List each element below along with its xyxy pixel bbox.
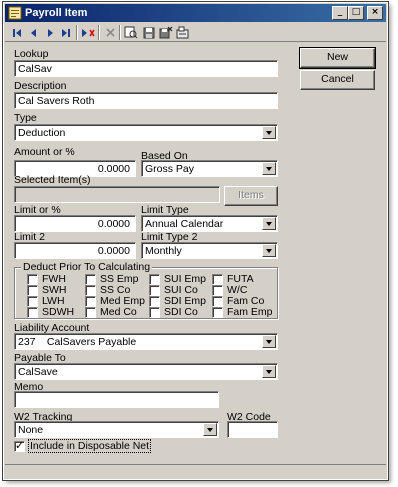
description-field[interactable]: Cal Savers Roth	[14, 92, 278, 109]
checkbox-box[interactable]	[27, 284, 38, 296]
next-record-icon[interactable]	[42, 25, 58, 40]
description-label: Description	[14, 80, 67, 92]
checkbox-label: SDI Co	[164, 306, 198, 318]
maximize-button[interactable]: □	[348, 6, 364, 20]
chevron-down-icon[interactable]	[262, 365, 276, 378]
include-disposable-net-checkbox[interactable]: Include in Disposable Net	[14, 439, 152, 453]
toolbar-separator	[98, 25, 100, 40]
checkbox-box[interactable]	[85, 295, 96, 307]
type-select[interactable]: Deduction	[14, 124, 278, 141]
payroll-item-window: Payroll Item _ □ × Lookup CalSav Descrip…	[2, 1, 389, 481]
chevron-down-icon[interactable]	[262, 335, 276, 348]
checkbox-box[interactable]	[149, 306, 160, 318]
selected-items-label: Selected Item(s)	[14, 174, 91, 186]
checkbox-box[interactable]	[212, 295, 223, 307]
based-on-value: Gross Pay	[145, 163, 195, 175]
w2-tracking-value: None	[18, 424, 44, 436]
toolbar-separator	[76, 25, 78, 40]
checkbox-sdi-co[interactable]: SDI Co	[149, 306, 198, 318]
limit-type2-value: Monthly	[145, 245, 182, 257]
delete-icon[interactable]	[102, 25, 118, 40]
limit-type-value: Annual Calendar	[145, 218, 224, 230]
payable-value: CalSave	[18, 366, 58, 378]
checkbox-box[interactable]	[212, 306, 223, 318]
toolbar-separator	[119, 25, 121, 40]
new-record-icon[interactable]	[80, 25, 96, 40]
liability-account-name: CalSavers Payable	[46, 336, 137, 348]
checkbox-box[interactable]	[85, 273, 96, 285]
new-button[interactable]: New	[299, 47, 376, 69]
save-icon[interactable]	[141, 25, 157, 40]
status-bar	[5, 464, 386, 478]
w2-code-field[interactable]	[227, 421, 278, 438]
checkbox-box[interactable]	[149, 284, 160, 296]
chevron-down-icon[interactable]	[262, 217, 276, 230]
based-on-select[interactable]: Gross Pay	[141, 160, 278, 177]
chevron-down-icon[interactable]	[262, 244, 276, 257]
checkbox-box[interactable]	[149, 273, 160, 285]
limit-type2-select[interactable]: Monthly	[141, 242, 278, 259]
save-close-icon[interactable]	[158, 25, 174, 40]
checkbox-box[interactable]	[85, 306, 96, 318]
deduct-group-title: Deduct Prior To Calculating	[21, 261, 153, 273]
chevron-down-icon[interactable]	[203, 423, 217, 436]
previous-record-icon[interactable]	[26, 25, 42, 40]
w2-tracking-select[interactable]: None	[14, 421, 219, 438]
checkbox-med-co[interactable]: Med Co	[85, 306, 137, 318]
minimize-button[interactable]: _	[332, 6, 348, 20]
liability-select[interactable]: 237 CalSavers Payable	[14, 333, 278, 350]
memo-field[interactable]	[14, 391, 219, 408]
checkbox-fam-emp[interactable]: Fam Emp	[212, 306, 273, 318]
last-record-icon[interactable]	[58, 25, 74, 40]
limit-type-select[interactable]: Annual Calendar	[141, 215, 278, 232]
deduct-prior-group: Deduct Prior To Calculating FWH SWH LWH …	[14, 261, 278, 319]
checkbox-label: SDWH	[42, 306, 75, 318]
selected-items-field	[14, 186, 220, 203]
first-record-icon[interactable]	[9, 25, 25, 40]
window-title: Payroll Item	[25, 7, 88, 19]
checkbox-label: Fam Emp	[227, 306, 273, 318]
checkbox-box-checked[interactable]	[14, 439, 25, 452]
app-icon	[8, 6, 22, 20]
chevron-down-icon[interactable]	[262, 126, 276, 139]
items-button[interactable]: Items	[224, 186, 278, 206]
chevron-down-icon[interactable]	[262, 162, 276, 175]
toolbar	[5, 23, 386, 42]
cancel-button[interactable]: Cancel	[300, 70, 375, 90]
limit-field[interactable]: 0.0000	[14, 215, 136, 232]
checkbox-box[interactable]	[27, 306, 38, 318]
type-value: Deduction	[18, 127, 66, 139]
disposable-net-label: Include in Disposable Net	[27, 439, 152, 453]
checkbox-box[interactable]	[212, 284, 223, 296]
setup-icon[interactable]	[175, 25, 191, 40]
title-bar[interactable]: Payroll Item _ □ ×	[5, 4, 386, 22]
checkbox-sdwh[interactable]: SDWH	[27, 306, 74, 318]
checkbox-label: Med Co	[100, 306, 137, 318]
payable-select[interactable]: CalSave	[14, 363, 278, 380]
lookup-field[interactable]: CalSav	[14, 60, 278, 77]
liability-account-number: 237	[18, 336, 36, 348]
type-label: Type	[14, 112, 37, 124]
close-button[interactable]: ×	[367, 6, 383, 20]
limit2-field[interactable]: 0.0000	[14, 242, 136, 259]
amount-label: Amount or %	[14, 146, 75, 158]
find-icon[interactable]	[123, 25, 139, 40]
checkbox-box[interactable]	[212, 273, 223, 285]
checkbox-box[interactable]	[27, 273, 38, 285]
lookup-label: Lookup	[14, 48, 49, 60]
checkbox-box[interactable]	[149, 295, 160, 307]
checkbox-box[interactable]	[27, 295, 38, 307]
checkbox-box[interactable]	[85, 284, 96, 296]
